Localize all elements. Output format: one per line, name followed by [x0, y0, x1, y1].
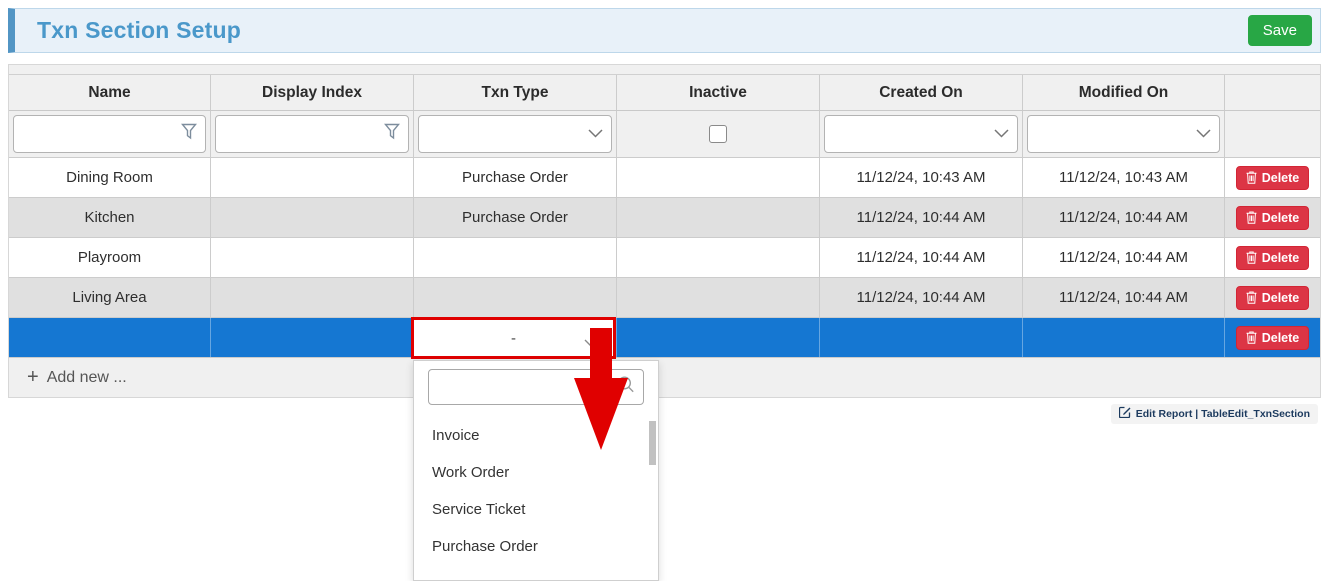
- column-header-actions: [1225, 75, 1320, 110]
- cell-display-index[interactable]: [211, 158, 414, 197]
- display-index-filter-input[interactable]: [215, 115, 409, 153]
- table-row: Living Area 11/12/24, 10:44 AM 11/12/24,…: [9, 278, 1320, 318]
- txn-type-editor-cell[interactable]: -: [411, 317, 616, 359]
- cell-display-index[interactable]: [211, 278, 414, 317]
- cell-created-on: [820, 318, 1023, 357]
- table-row: Kitchen Purchase Order 11/12/24, 10:44 A…: [9, 198, 1320, 238]
- delete-button[interactable]: Delete: [1236, 246, 1310, 270]
- cell-modified-on: 11/12/24, 10:44 AM: [1023, 238, 1225, 277]
- txn-type-editor-value: -: [511, 330, 516, 347]
- cell-inactive[interactable]: [617, 278, 820, 317]
- save-button[interactable]: Save: [1248, 15, 1312, 46]
- cell-actions: Delete: [1225, 278, 1320, 317]
- cell-name[interactable]: Kitchen: [9, 198, 211, 237]
- add-new-label: Add new ...: [47, 369, 127, 387]
- page-title: Txn Section Setup: [37, 17, 241, 44]
- name-filter-input[interactable]: [13, 115, 206, 153]
- delete-button[interactable]: Delete: [1236, 166, 1310, 190]
- dropdown-search-wrap: [428, 369, 644, 405]
- filter-cell-modified-on: [1023, 111, 1225, 157]
- cell-txn-type[interactable]: Purchase Order: [414, 158, 617, 197]
- title-bar: Txn Section Setup Save: [8, 8, 1321, 53]
- table-row: Dining Room Purchase Order 11/12/24, 10:…: [9, 158, 1320, 198]
- cell-inactive[interactable]: [617, 318, 820, 357]
- filter-cell-name: [9, 111, 211, 157]
- txn-type-filter-select[interactable]: [418, 115, 612, 153]
- column-header-name[interactable]: Name: [9, 75, 211, 110]
- cell-modified-on: 11/12/24, 10:44 AM: [1023, 278, 1225, 317]
- dropdown-option-service-ticket[interactable]: Service Ticket: [414, 491, 658, 528]
- trash-icon: [1246, 171, 1257, 184]
- column-header-txn-type[interactable]: Txn Type: [414, 75, 617, 110]
- trash-icon: [1246, 251, 1257, 264]
- cell-created-on: 11/12/24, 10:44 AM: [820, 278, 1023, 317]
- trash-icon: [1246, 291, 1257, 304]
- delete-button[interactable]: Delete: [1236, 286, 1310, 310]
- add-new-row[interactable]: + Add new ...: [9, 358, 1320, 397]
- table-row: Playroom 11/12/24, 10:44 AM 11/12/24, 10…: [9, 238, 1320, 278]
- delete-button[interactable]: Delete: [1236, 326, 1310, 350]
- column-header-modified-on[interactable]: Modified On: [1023, 75, 1225, 110]
- cell-actions: Delete: [1225, 198, 1320, 237]
- column-header-inactive[interactable]: Inactive: [617, 75, 820, 110]
- dropdown-option-list: Invoice Work Order Service Ticket Purcha…: [414, 417, 658, 565]
- cell-display-index[interactable]: [211, 198, 414, 237]
- filter-cell-created-on: [820, 111, 1023, 157]
- inactive-filter-checkbox[interactable]: [709, 125, 727, 143]
- cell-inactive[interactable]: [617, 238, 820, 277]
- trash-icon: [1246, 331, 1257, 344]
- cell-modified-on: 11/12/24, 10:43 AM: [1023, 158, 1225, 197]
- edit-report-link[interactable]: Edit Report | TableEdit_TxnSection: [1111, 404, 1318, 424]
- cell-display-index[interactable]: [211, 318, 414, 357]
- trash-icon: [1246, 211, 1257, 224]
- edit-report-label: Edit Report | TableEdit_TxnSection: [1136, 408, 1310, 420]
- cell-modified-on: 11/12/24, 10:44 AM: [1023, 198, 1225, 237]
- dropdown-option-invoice[interactable]: Invoice: [414, 417, 658, 454]
- cell-name[interactable]: Dining Room: [9, 158, 211, 197]
- edit-icon: [1119, 405, 1131, 423]
- txn-section-setup-page: Txn Section Setup Save Name Display Inde…: [0, 0, 1329, 581]
- filter-cell-txn-type: [414, 111, 617, 157]
- dropdown-option-work-order[interactable]: Work Order: [414, 454, 658, 491]
- plus-icon: +: [27, 366, 39, 389]
- cell-inactive[interactable]: [617, 158, 820, 197]
- cell-created-on: 11/12/24, 10:44 AM: [820, 238, 1023, 277]
- grid-top-strip: [9, 65, 1320, 75]
- txn-section-grid: Name Display Index Txn Type Inactive Cre…: [8, 64, 1321, 398]
- filter-cell-inactive: [617, 111, 820, 157]
- chevron-down-icon[interactable]: [584, 334, 597, 352]
- column-header-created-on[interactable]: Created On: [820, 75, 1023, 110]
- dropdown-search-input[interactable]: [428, 369, 644, 405]
- column-header-display-index[interactable]: Display Index: [211, 75, 414, 110]
- cell-display-index[interactable]: [211, 238, 414, 277]
- cell-actions: Delete: [1225, 238, 1320, 277]
- created-on-filter-select[interactable]: [824, 115, 1018, 153]
- modified-on-filter-select[interactable]: [1027, 115, 1220, 153]
- cell-txn-type[interactable]: Purchase Order: [414, 198, 617, 237]
- cell-txn-type[interactable]: [414, 238, 617, 277]
- grid-header-row: Name Display Index Txn Type Inactive Cre…: [9, 75, 1320, 111]
- filter-cell-actions: [1225, 111, 1320, 157]
- table-row-selected-new: Delete: [9, 318, 1320, 358]
- cell-actions: Delete: [1225, 318, 1320, 357]
- filter-cell-display-index: [211, 111, 414, 157]
- cell-txn-type[interactable]: [414, 278, 617, 317]
- cell-name[interactable]: Living Area: [9, 278, 211, 317]
- delete-button[interactable]: Delete: [1236, 206, 1310, 230]
- cell-inactive[interactable]: [617, 198, 820, 237]
- cell-name[interactable]: Playroom: [9, 238, 211, 277]
- grid-filter-row: [9, 111, 1320, 158]
- txn-type-dropdown: Invoice Work Order Service Ticket Purcha…: [413, 360, 659, 581]
- cell-created-on: 11/12/24, 10:43 AM: [820, 158, 1023, 197]
- cell-name[interactable]: [9, 318, 211, 357]
- cell-modified-on: [1023, 318, 1225, 357]
- dropdown-option-purchase-order[interactable]: Purchase Order: [414, 528, 658, 565]
- cell-actions: Delete: [1225, 158, 1320, 197]
- dropdown-scrollbar-thumb[interactable]: [649, 421, 656, 465]
- cell-created-on: 11/12/24, 10:44 AM: [820, 198, 1023, 237]
